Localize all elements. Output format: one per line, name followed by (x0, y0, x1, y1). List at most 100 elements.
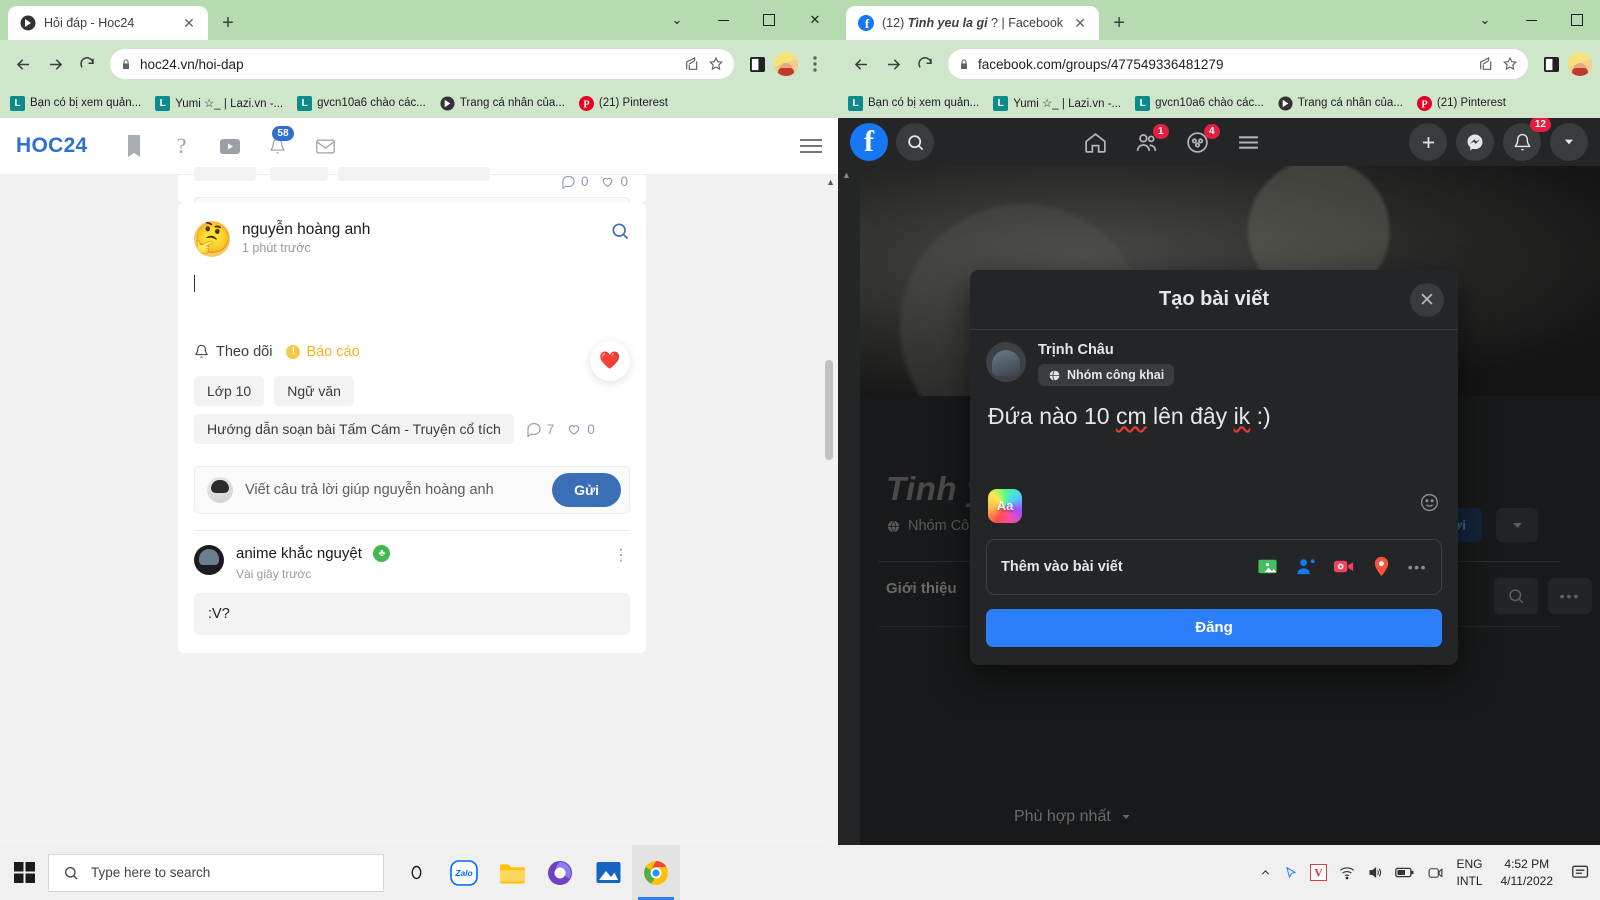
bookmark-item[interactable]: L Bạn có bị xem quản... (10, 95, 141, 111)
battery-icon[interactable] (1395, 866, 1415, 879)
bell-icon[interactable]: 58 (254, 126, 302, 166)
clock[interactable]: 4:52 PM 4/11/2022 (1495, 856, 1560, 888)
scroll-up-arrow-icon[interactable]: ▲ (826, 177, 835, 187)
forward-icon[interactable] (878, 49, 908, 79)
feed-sort-selector[interactable]: Phù hợp nhất (1014, 808, 1132, 826)
bookmark-item[interactable]: L Bạn có bị xem quản... (848, 95, 979, 111)
report-button[interactable]: ! Báo cáo (286, 344, 360, 360)
back-icon[interactable] (846, 49, 876, 79)
hoc24-logo[interactable]: HOC24 (16, 134, 88, 158)
bookmark-item[interactable]: L Yumi ☆_ | Lazi.vn -... (993, 95, 1121, 111)
chevron-down-icon[interactable] (1550, 123, 1588, 161)
bookmark-item[interactable]: L gvcn10a6 chào các... (1135, 95, 1264, 111)
windows-start-icon[interactable] (0, 845, 48, 900)
language-indicator[interactable]: ENG INTL (1456, 856, 1482, 888)
plus-icon[interactable] (1409, 123, 1447, 161)
maximize-button[interactable] (746, 4, 792, 36)
groups-icon[interactable]: 4 (1185, 123, 1220, 155)
reload-icon[interactable] (72, 49, 102, 79)
tag-topic[interactable]: Hướng dẫn soạn bài Tấm Cám - Truyện cổ t… (194, 414, 514, 444)
book-icon[interactable] (110, 126, 158, 166)
bookmark-star-icon[interactable] (708, 56, 724, 72)
minimize-button[interactable] (1508, 4, 1554, 36)
browser-icon[interactable] (536, 845, 584, 900)
follow-button[interactable]: Theo dõi (194, 343, 272, 360)
tab-close-button[interactable]: ✕ (180, 14, 198, 32)
tab-gioi-thieu[interactable]: Giới thiệu (886, 580, 957, 611)
tag-grade[interactable]: Lớp 10 (194, 376, 265, 406)
emoji-icon[interactable] (1419, 492, 1440, 519)
home-icon[interactable] (1083, 130, 1108, 155)
menu-icon[interactable] (1236, 130, 1261, 155)
side-panel-icon[interactable] (742, 49, 772, 79)
post-text-input[interactable]: Đứa nào 10 cm lên đây ik :) (970, 387, 1458, 479)
facebook-logo-icon[interactable] (850, 123, 888, 161)
tag-subject[interactable]: Ngữ văn (274, 376, 354, 406)
question-icon[interactable]: ? (158, 126, 206, 166)
audience-selector[interactable]: Nhóm công khai (1038, 364, 1175, 386)
new-tab-button[interactable]: + (1105, 9, 1133, 37)
live-video-icon[interactable] (1332, 555, 1355, 578)
bookmark-item[interactable]: P (21) Pinterest (1416, 95, 1506, 111)
forward-icon[interactable] (40, 49, 70, 79)
answer-input-box-2[interactable]: Viết câu trả lời giúp nguyễn hoàng anh G… (194, 466, 630, 514)
messenger-icon[interactable] (1456, 123, 1494, 161)
close-window-button[interactable]: ✕ (792, 4, 838, 36)
youtube-icon[interactable] (206, 126, 254, 166)
file-explorer-icon[interactable] (488, 845, 536, 900)
tab-close-button[interactable]: ✕ (1071, 14, 1089, 32)
minimize-button[interactable] (700, 4, 746, 36)
avatar[interactable] (986, 342, 1026, 382)
group-search-button[interactable] (1494, 578, 1538, 614)
friends-icon[interactable]: 1 (1134, 123, 1169, 155)
taskbar-search-input[interactable]: Type here to search (48, 853, 384, 892)
new-tab-button[interactable]: + (214, 9, 242, 37)
scroll-up-arrow-icon[interactable]: ▲ (842, 170, 851, 180)
avatar[interactable] (194, 545, 224, 575)
tab-search-button[interactable]: ⌄ (654, 4, 700, 36)
close-icon[interactable]: ✕ (1410, 283, 1444, 317)
pointer-icon[interactable] (1284, 866, 1298, 880)
maximize-button[interactable] (1554, 4, 1600, 36)
group-more-dropdown[interactable] (1496, 508, 1538, 542)
share-icon[interactable] (1478, 56, 1494, 72)
reload-icon[interactable] (910, 49, 940, 79)
background-color-button[interactable]: Aa (988, 488, 1022, 523)
profile-avatar[interactable] (1568, 52, 1592, 76)
bell-icon[interactable]: 12 (1503, 118, 1551, 161)
profile-avatar[interactable] (774, 52, 798, 76)
question-author[interactable]: nguyễn hoàng anh (242, 221, 370, 239)
back-icon[interactable] (8, 49, 38, 79)
like-question-button[interactable]: ❤️ (590, 341, 630, 381)
zalo-icon[interactable]: Zalo (440, 845, 488, 900)
bookmark-item[interactable]: L gvcn10a6 chào các... (297, 95, 426, 111)
unikey-icon[interactable]: V (1310, 864, 1328, 881)
wifi-icon[interactable] (1339, 866, 1355, 880)
cortana-icon[interactable] (392, 845, 440, 900)
bookmark-item[interactable]: P (21) Pinterest (578, 95, 668, 111)
comment-stat[interactable]: 7 (526, 421, 554, 437)
notification-icon[interactable] (1571, 864, 1590, 881)
like-stat[interactable]: 0 (566, 421, 595, 437)
search-icon[interactable] (610, 221, 630, 246)
share-icon[interactable] (684, 56, 700, 72)
tab-search-button[interactable]: ⌄ (1462, 4, 1508, 36)
search-icon[interactable] (896, 123, 934, 161)
modal-user-name[interactable]: Trịnh Châu (1038, 342, 1174, 358)
mail-icon[interactable] (302, 126, 350, 166)
comment-author[interactable]: anime khắc nguyệt (236, 545, 362, 562)
group-more-button[interactable]: ••• (1548, 578, 1592, 614)
bookmark-item[interactable]: Trang cá nhân của... (1278, 95, 1403, 111)
more-icon[interactable]: ••• (1408, 559, 1427, 575)
chrome-menu-icon[interactable] (800, 49, 830, 79)
camera-icon[interactable] (1427, 866, 1444, 880)
photo-icon[interactable] (1256, 555, 1279, 578)
address-bar-right[interactable]: facebook.com/groups/477549336481279 (948, 49, 1528, 79)
bookmark-star-icon[interactable] (1502, 56, 1518, 72)
browser-tab-facebook[interactable]: f (12) Tình yeu la gi ? | Facebook ✕ (846, 6, 1100, 40)
scrollbar-thumb[interactable] (825, 360, 833, 460)
chevron-up-icon[interactable] (1259, 866, 1272, 879)
page-scrollbar[interactable] (824, 175, 834, 845)
comment-menu-icon[interactable]: ⋮ (613, 545, 630, 565)
answer-placeholder[interactable]: Viết câu trả lời giúp nguyễn hoàng anh (245, 482, 540, 498)
